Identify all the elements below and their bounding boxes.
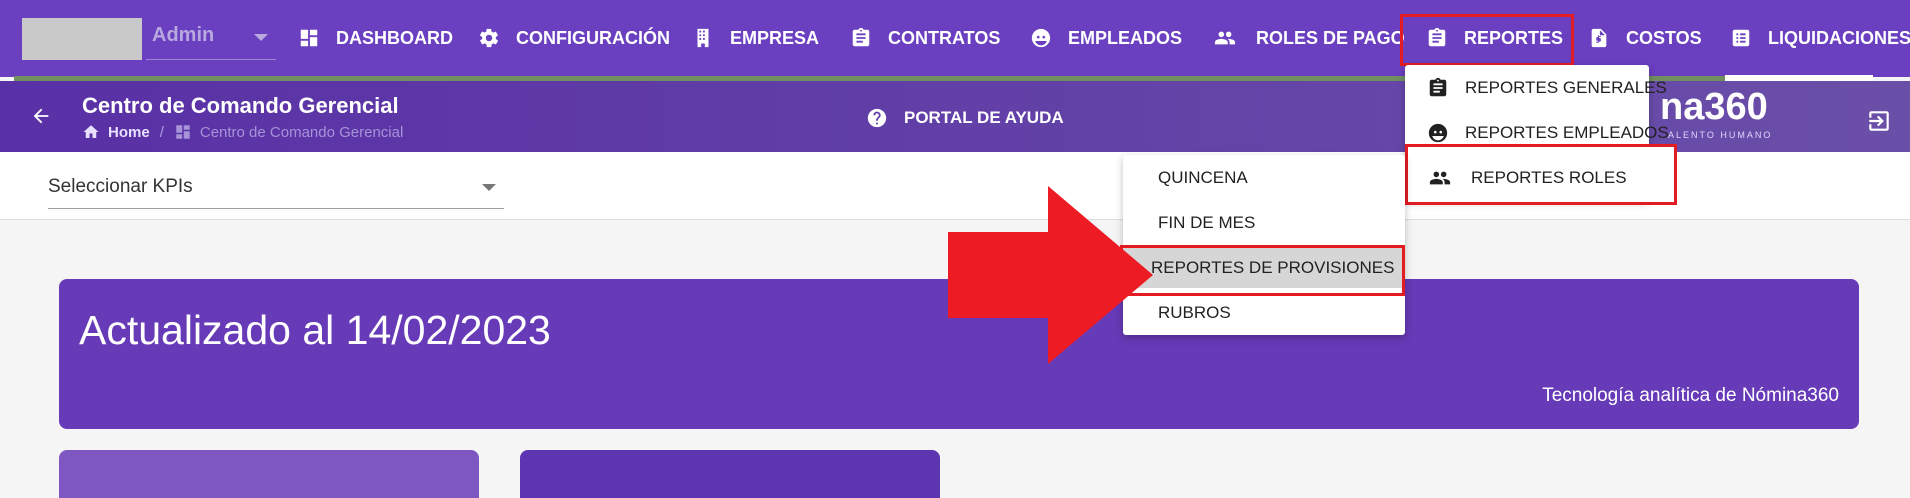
- nav-label: EMPRESA: [730, 27, 820, 48]
- company-logo: [22, 18, 142, 60]
- face-icon: [1428, 123, 1448, 143]
- logout-icon[interactable]: [1866, 108, 1892, 134]
- user-select[interactable]: Admin: [146, 18, 276, 60]
- submenu-item-fin-de-mes[interactable]: FIN DE MES: [1123, 203, 1405, 243]
- nav-configuracion[interactable]: CONFIGURACIÓN: [478, 20, 670, 56]
- building-icon: [697, 28, 709, 48]
- chevron-down-icon: [254, 34, 268, 41]
- chevron-down-icon: [482, 184, 496, 191]
- submenu-item-quincena[interactable]: QUINCENA: [1123, 158, 1405, 198]
- nav-label: DASHBOARD: [336, 27, 453, 48]
- nav-costos[interactable]: COSTOS: [1588, 20, 1702, 56]
- submenu-item-label: QUINCENA: [1158, 168, 1248, 187]
- clipboard-icon: [1429, 77, 1447, 97]
- nav-label: CONFIGURACIÓN: [516, 27, 670, 48]
- submenu-item-rubros[interactable]: RUBROS: [1123, 293, 1405, 333]
- gear-icon: [479, 28, 499, 48]
- people-icon: [1214, 31, 1236, 45]
- people-icon: [1429, 171, 1451, 185]
- nav-label: EMPLEADOS: [1068, 27, 1183, 48]
- back-arrow-icon[interactable]: [30, 105, 52, 127]
- nav-roles-de-pago[interactable]: ROLES DE PAGO: [1210, 20, 1405, 56]
- help-label: PORTAL DE AYUDA: [904, 108, 1064, 127]
- menu-item-label: REPORTES GENERALES: [1465, 78, 1667, 97]
- submenu-item-label: FIN DE MES: [1158, 213, 1256, 232]
- nav-contratos[interactable]: CONTRATOS: [850, 20, 1000, 56]
- breadcrumb-home[interactable]: Home: [108, 124, 150, 141]
- nav-dashboard[interactable]: DASHBOARD: [298, 20, 453, 56]
- menu-item-label: REPORTES EMPLEADOS: [1465, 123, 1669, 142]
- menu-item-reportes-roles[interactable]: REPORTES ROLES: [1405, 158, 1675, 198]
- help-portal-link[interactable]: PORTAL DE AYUDA: [866, 107, 1064, 129]
- invoice-icon: [1591, 28, 1607, 48]
- brand-logo-text: na360: [1660, 86, 1768, 128]
- nav-label: LIQUIDACIONES: [1768, 27, 1910, 48]
- face-icon: [1031, 28, 1051, 48]
- clipboard-icon: [852, 27, 870, 47]
- banner-subtitle: Tecnología analítica de Nómina360: [1542, 385, 1839, 406]
- nav-liquidaciones[interactable]: LIQUIDACIONES: [1730, 20, 1910, 56]
- kpi-card: [59, 450, 479, 498]
- reportes-highlight-box: [1400, 14, 1574, 66]
- dashboard-icon: [176, 125, 190, 139]
- breadcrumb-current: Centro de Comando Gerencial: [199, 123, 404, 141]
- nav-label: ROLES DE PAGO: [1256, 27, 1405, 48]
- submenu-item-label: RUBROS: [1158, 303, 1231, 322]
- home-icon: [83, 125, 99, 138]
- list-icon: [1732, 29, 1750, 47]
- provisiones-highlight-box: [1120, 245, 1405, 296]
- kpi-select[interactable]: Seleccionar KPIs: [48, 172, 504, 209]
- nav-label: COSTOS: [1626, 27, 1702, 48]
- banner-title: Actualizado al 14/02/2023: [79, 307, 551, 353]
- brand-tagline: ALENTO HUMANO: [1668, 130, 1773, 140]
- nav-empleados[interactable]: EMPLEADOS: [1030, 20, 1182, 56]
- user-name: Admin: [152, 24, 215, 46]
- breadcrumb-separator: /: [159, 123, 164, 141]
- pointer-arrow-icon: [948, 186, 1153, 364]
- dashboard-icon: [300, 29, 318, 47]
- help-icon: [867, 108, 887, 128]
- breadcrumb: Home / Centro de Comando Gerencial: [82, 123, 403, 141]
- menu-item-label: REPORTES ROLES: [1471, 168, 1627, 187]
- page-title: Centro de Comando Gerencial: [82, 93, 399, 118]
- kpi-select-text: Seleccionar KPIs: [48, 176, 193, 197]
- menu-item-reportes-generales[interactable]: REPORTES GENERALES: [1405, 68, 1667, 108]
- nav-empresa[interactable]: EMPRESA: [692, 20, 819, 56]
- nav-label: CONTRATOS: [888, 27, 1001, 48]
- kpi-card: [520, 450, 940, 498]
